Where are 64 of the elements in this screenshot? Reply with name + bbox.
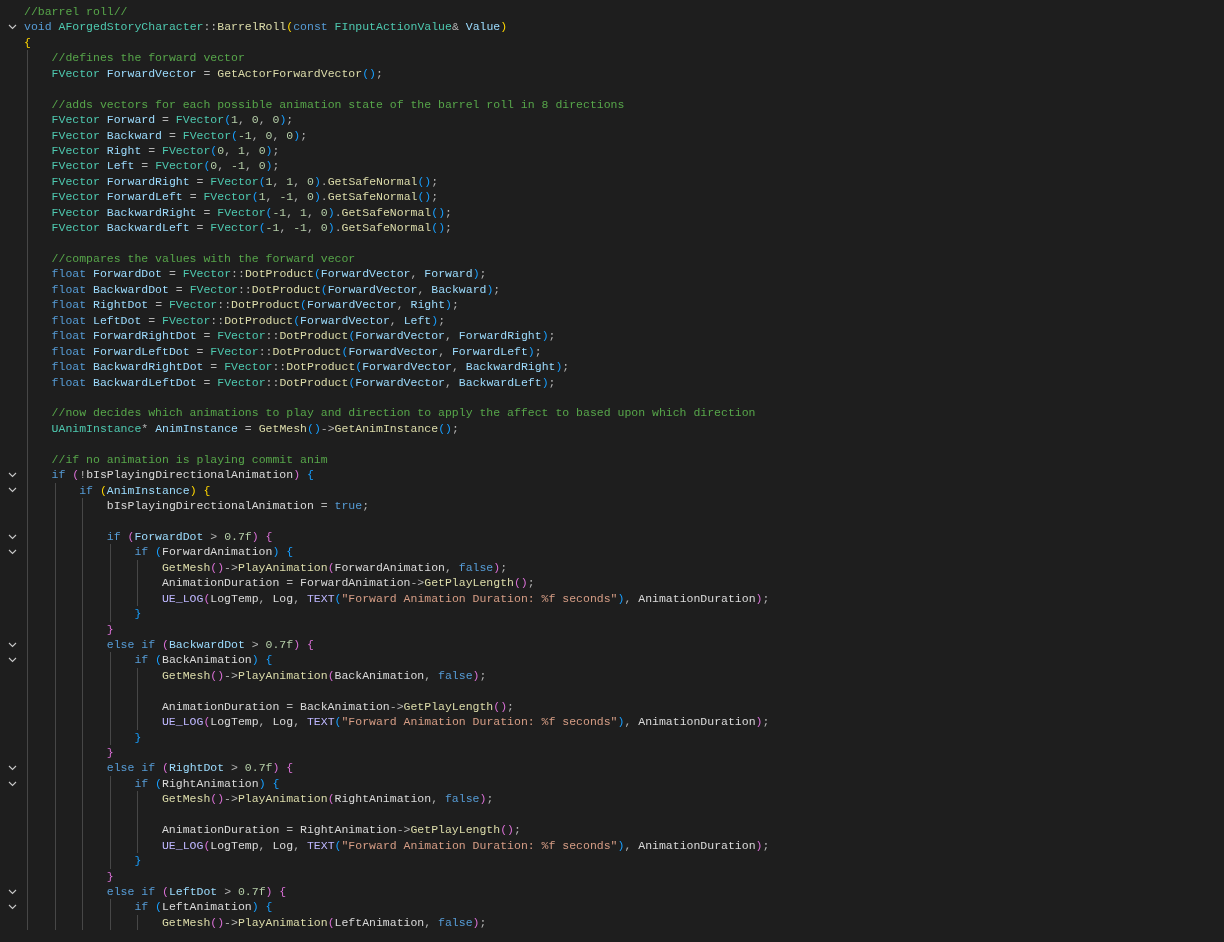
code-line: float BackwardLeftDot = FVector::DotProduct(ForwardVector, BackwardLeft); bbox=[51, 374, 556, 390]
fold-chevron-icon[interactable] bbox=[7, 904, 17, 911]
code-line: float ForwardDot = FVector::DotProduct(ForwardVector, Forward); bbox=[51, 266, 487, 282]
code-line: AnimationDuration = BackAnimation->GetPlayLength(); bbox=[161, 698, 514, 715]
code-line: GetMesh()->PlayAnimation(RightAnimation, false); bbox=[161, 791, 494, 807]
code-line: float LeftDot = FVector::DotProduct(ForwardVector, Left); bbox=[51, 312, 446, 329]
code-line: FVector ForwardVector = GetActorForwardVector(); bbox=[51, 65, 383, 82]
code-line: FVector Right = FVector(0, 1, 0); bbox=[51, 142, 280, 159]
code-line: } bbox=[106, 868, 114, 884]
code-line: FVector Forward = FVector(1, 0, 0); bbox=[51, 112, 294, 128]
code-line: UAnimInstance* AnimInstance = GetMesh()->GetAnimInstance(); bbox=[51, 420, 459, 437]
code-line: if (ForwardAnimation) { bbox=[134, 544, 294, 560]
code-line: FVector Backward = FVector(-1, 0, 0); bbox=[51, 127, 308, 143]
code-line: } bbox=[134, 729, 142, 745]
code-line: } bbox=[106, 745, 114, 761]
code-line: if (AnimInstance) { bbox=[79, 482, 211, 498]
code-line: else if (LeftDot > 0.7f) { bbox=[106, 883, 287, 900]
fold-chevron-icon[interactable] bbox=[7, 487, 17, 494]
fold-chevron-icon[interactable] bbox=[7, 533, 17, 540]
fold-chevron-icon[interactable] bbox=[7, 24, 17, 31]
code-line: float BackwardDot = FVector::DotProduct(ForwardVector, Backward); bbox=[51, 281, 501, 298]
code-line: else if (RightDot > 0.7f) { bbox=[106, 760, 294, 776]
code-line: //if no animation is playing commit anim bbox=[51, 451, 328, 468]
code-line: AnimationDuration = RightAnimation->GetPlayLength(); bbox=[161, 822, 521, 838]
fold-chevron-icon[interactable] bbox=[7, 780, 17, 787]
code-line: if (BackAnimation) { bbox=[134, 652, 273, 668]
code-line: else if (BackwardDot > 0.7f) { bbox=[106, 636, 314, 653]
code-line: float RightDot = FVector::DotProduct(ForwardVector, Right); bbox=[51, 297, 459, 313]
code-line: { bbox=[24, 34, 31, 51]
fold-chevron-icon[interactable] bbox=[7, 471, 17, 478]
code-line: float ForwardRightDot = FVector::DotProduct(ForwardVector, ForwardRight); bbox=[51, 328, 556, 344]
code-line: UE_LOG(LogTemp, Log, TEXT("Forward Animation Duration: %f seconds"), AnimationDuration); bbox=[161, 714, 770, 730]
code-line: //defines the forward vector bbox=[51, 50, 245, 66]
code-line: } bbox=[134, 853, 142, 869]
code-line: FVector BackwardLeft = FVector(-1, -1, 0).GetSafeNormal(); bbox=[51, 220, 452, 236]
code-line: GetMesh()->PlayAnimation(ForwardAnimation, false); bbox=[161, 559, 508, 576]
fold-chevron-icon[interactable] bbox=[7, 641, 17, 648]
code-line: FVector Left = FVector(0, -1, 0); bbox=[51, 158, 280, 174]
code-line: bIsPlayingDirectionalAnimation = true; bbox=[106, 498, 370, 514]
code-line: if (ForwardDot > 0.7f) { bbox=[106, 528, 273, 545]
code-line: //now decides which animations to play and direction to apply the affect to based upon which direction bbox=[51, 405, 756, 421]
code-line: GetMesh()->PlayAnimation(BackAnimation, false); bbox=[161, 667, 487, 684]
code-line: //adds vectors for each possible animation state of the barrel roll in 8 directions bbox=[51, 96, 625, 113]
code-line: UE_LOG(LogTemp, Log, TEXT("Forward Animation Duration: %f seconds"), AnimationDuration); bbox=[161, 837, 770, 854]
code-line: if (!bIsPlayingDirectionalAnimation) { bbox=[51, 467, 314, 483]
code-line: } bbox=[134, 606, 142, 622]
code-line: //barrel roll// bbox=[24, 4, 128, 20]
code-line: FVector ForwardLeft = FVector(1, -1, 0).GetSafeNormal(); bbox=[51, 189, 439, 205]
code-line: //compares the values with the forward vecor bbox=[51, 251, 356, 267]
code-line: float ForwardLeftDot = FVector::DotProduct(ForwardVector, ForwardLeft); bbox=[51, 343, 542, 360]
code-line: UE_LOG(LogTemp, Log, TEXT("Forward Animation Duration: %f seconds"), AnimationDuration); bbox=[161, 590, 770, 607]
fold-chevron-icon[interactable] bbox=[7, 888, 17, 895]
code-line: void AForgedStoryCharacter::BarrelRoll(const FInputActionValue& Value) bbox=[24, 19, 508, 35]
code-line: float BackwardRightDot = FVector::DotProduct(ForwardVector, BackwardRight); bbox=[51, 359, 570, 375]
fold-chevron-icon[interactable] bbox=[7, 765, 17, 772]
code-line: if (LeftAnimation) { bbox=[134, 899, 273, 915]
code-line: FVector BackwardRight = FVector(-1, 1, 0).GetSafeNormal(); bbox=[51, 204, 452, 221]
code-line: FVector ForwardRight = FVector(1, 1, 0).GetSafeNormal(); bbox=[51, 173, 439, 190]
fold-chevron-icon[interactable] bbox=[7, 549, 17, 556]
code-line: AnimationDuration = ForwardAnimation->GetPlayLength(); bbox=[161, 575, 535, 591]
code-line: GetMesh()->PlayAnimation(LeftAnimation, false); bbox=[161, 914, 487, 931]
fold-chevron-icon[interactable] bbox=[7, 657, 17, 664]
code-line: } bbox=[106, 621, 114, 637]
code-line: if (RightAnimation) { bbox=[134, 775, 280, 792]
